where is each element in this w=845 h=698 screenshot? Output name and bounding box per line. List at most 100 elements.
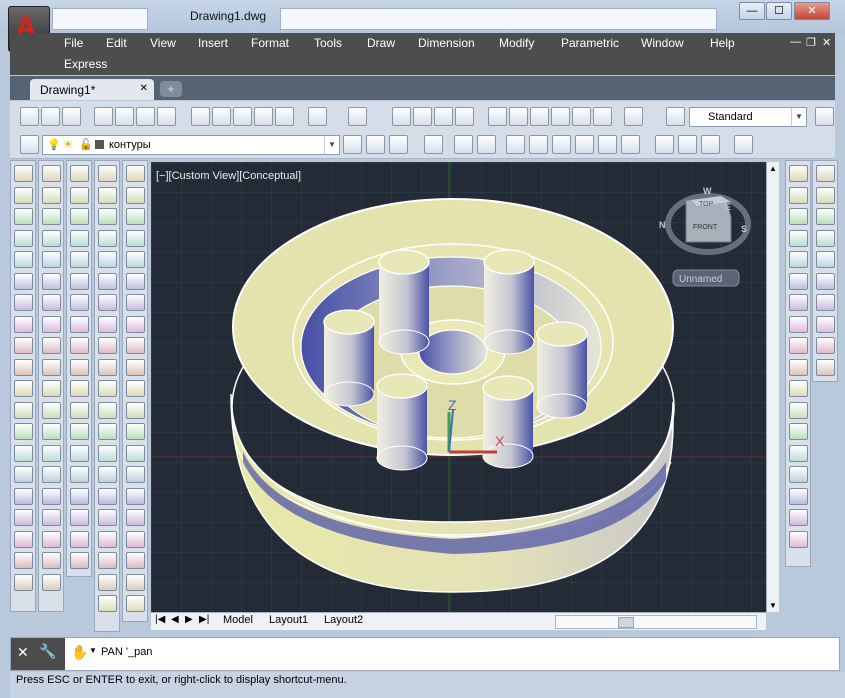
ucs-world-icon[interactable] — [506, 135, 525, 154]
erase-icon[interactable] — [70, 165, 89, 182]
layer-previous-icon[interactable] — [366, 135, 385, 154]
revision-cloud-icon[interactable] — [14, 315, 33, 333]
help-icon[interactable] — [624, 107, 643, 126]
open-icon[interactable] — [41, 107, 60, 126]
layer-states-icon[interactable] — [389, 135, 408, 154]
copy-icon[interactable] — [70, 530, 89, 548]
shell-icon[interactable] — [126, 401, 145, 419]
join-icon[interactable] — [789, 358, 808, 376]
drawing-viewport[interactable]: X Z TOP FRONT N S W E Unnamed — [151, 162, 766, 612]
polygon-icon[interactable] — [42, 552, 61, 569]
markup-icon[interactable] — [572, 107, 591, 126]
preview-icon[interactable] — [115, 107, 134, 126]
menu-insert[interactable]: Insert — [198, 36, 228, 50]
design-center-icon[interactable] — [509, 107, 528, 126]
ray-icon[interactable] — [42, 487, 61, 505]
layer-select[interactable]: 💡 ☀ 🔓 контуры ▼ — [42, 135, 340, 155]
copy-icon[interactable] — [70, 186, 89, 204]
ray-icon[interactable] — [42, 186, 61, 204]
cone-icon[interactable] — [98, 229, 117, 247]
text-style-icon[interactable] — [666, 107, 685, 126]
make-block-icon[interactable] — [14, 423, 33, 440]
cylinder-icon[interactable] — [98, 272, 117, 290]
named-views-icon[interactable] — [454, 135, 473, 154]
wedge-icon[interactable] — [98, 573, 117, 591]
wedge-icon[interactable] — [98, 208, 117, 225]
extrude-faces-icon[interactable] — [126, 444, 145, 462]
polysolid-icon[interactable] — [98, 530, 117, 548]
spline-icon[interactable] — [14, 337, 33, 354]
move-icon[interactable] — [70, 272, 89, 290]
color-faces-icon[interactable] — [126, 294, 145, 311]
zoom-window-icon[interactable] — [434, 107, 453, 126]
properties-icon[interactable] — [789, 444, 808, 462]
scale-icon[interactable] — [70, 315, 89, 333]
imprint-icon[interactable] — [126, 337, 145, 354]
ucs-object-icon[interactable] — [701, 135, 720, 154]
maximize-button[interactable]: ☐ — [766, 2, 792, 20]
ucs-origin-icon[interactable] — [655, 135, 674, 154]
circle-icon[interactable] — [42, 358, 61, 376]
rectangle-icon[interactable] — [14, 251, 33, 268]
command-line[interactable]: ✕ 🔧 ✋ ▼ PAN '_pan — [10, 637, 840, 671]
3d-move-icon[interactable] — [789, 423, 808, 440]
cut-icon[interactable] — [191, 107, 210, 126]
rotate-faces-icon[interactable] — [126, 530, 145, 548]
wrench-icon[interactable]: 🔧 — [39, 643, 56, 660]
sheet-set-icon[interactable] — [551, 107, 570, 126]
first-layout-button[interactable]: |◀ — [155, 614, 165, 625]
menu-edit[interactable]: Edit — [106, 36, 127, 50]
draworder-icon[interactable] — [816, 208, 835, 225]
send-back-icon[interactable] — [816, 251, 835, 268]
menu-help[interactable]: Help — [710, 36, 735, 50]
minimize-button[interactable]: — — [739, 2, 765, 20]
trim-icon[interactable] — [70, 358, 89, 376]
doc-close-button[interactable]: ✕ — [822, 36, 831, 49]
spline-icon[interactable] — [42, 380, 61, 397]
dimension-style-icon[interactable] — [815, 107, 834, 126]
chamfer-icon[interactable] — [789, 380, 808, 397]
revolve-icon[interactable] — [98, 423, 117, 440]
polysolid-icon[interactable] — [98, 165, 117, 182]
taper-faces-icon[interactable] — [126, 272, 145, 290]
align-icon[interactable] — [789, 509, 808, 526]
pyramid-icon[interactable] — [98, 315, 117, 333]
line-icon[interactable] — [42, 466, 61, 483]
loft-icon[interactable] — [98, 444, 117, 462]
add-selected-icon[interactable] — [14, 573, 33, 591]
taper-faces-icon[interactable] — [126, 552, 145, 569]
circle-icon[interactable] — [14, 294, 33, 311]
ellipse-arc-icon[interactable] — [14, 380, 33, 397]
viewport-controls-label[interactable]: [−][Custom View][Conceptual] — [156, 170, 301, 182]
extrude-icon[interactable] — [98, 358, 117, 376]
fillet-icon[interactable] — [789, 401, 808, 419]
copy-edges-icon[interactable] — [126, 315, 145, 333]
menu-file[interactable]: File — [64, 36, 83, 50]
tab-drawing1[interactable]: Drawing1* ✕ — [30, 79, 154, 100]
group-icon[interactable] — [816, 165, 835, 182]
save-icon[interactable] — [62, 107, 81, 126]
planar-surface-icon[interactable] — [98, 337, 117, 354]
point-icon[interactable] — [14, 444, 33, 462]
clean-icon[interactable] — [126, 358, 145, 376]
polygon-icon[interactable] — [42, 251, 61, 268]
paste-icon[interactable] — [233, 107, 252, 126]
delete-faces-icon[interactable] — [126, 229, 145, 247]
menu-draw[interactable]: Draw — [367, 36, 395, 50]
donut-icon[interactable] — [42, 315, 61, 333]
horizontal-scrollbar[interactable] — [555, 615, 757, 629]
tab-model[interactable]: Model — [223, 614, 253, 626]
tool-palettes-icon[interactable] — [530, 107, 549, 126]
move-faces-icon[interactable] — [126, 186, 145, 204]
intersect-icon[interactable] — [98, 509, 117, 526]
rectangle-icon[interactable] — [42, 272, 61, 290]
sweep-icon[interactable] — [98, 401, 117, 419]
undo-icon[interactable] — [308, 107, 327, 126]
move-icon[interactable] — [789, 272, 808, 290]
erase-icon[interactable] — [70, 509, 89, 526]
hatch-icon[interactable] — [14, 466, 33, 483]
edit-icon[interactable] — [789, 487, 808, 505]
redo-icon[interactable] — [348, 107, 367, 126]
box-icon[interactable] — [98, 552, 117, 569]
cone-icon[interactable] — [98, 595, 117, 612]
